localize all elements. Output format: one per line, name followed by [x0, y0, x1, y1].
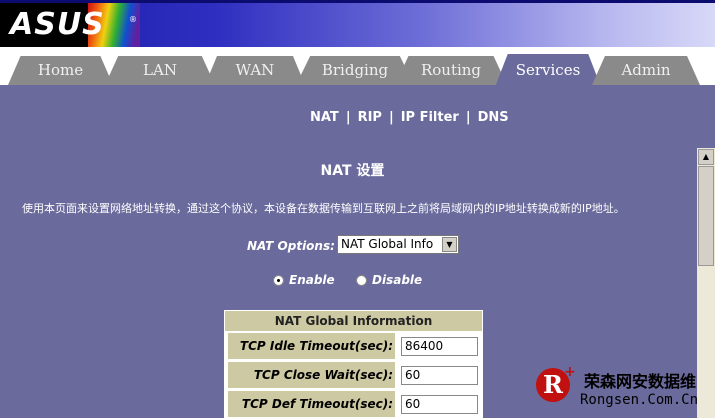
- services-subnav: NAT | RIP | IP Filter | DNS: [310, 110, 509, 125]
- enable-radio-option[interactable]: Enable: [273, 273, 335, 287]
- tcp-close-wait-label: TCP Close Wait(sec):: [228, 362, 395, 388]
- subnav-separator: |: [465, 110, 471, 125]
- subnav-nat[interactable]: NAT: [310, 110, 339, 125]
- table-header: NAT Global Information: [225, 311, 482, 331]
- tab-routing[interactable]: Routing: [395, 56, 507, 85]
- tab-wan[interactable]: WAN: [205, 56, 305, 85]
- tab-admin[interactable]: Admin: [592, 56, 700, 85]
- enable-radio-button[interactable]: [273, 275, 284, 286]
- subnav-ip-filter[interactable]: IP Filter: [401, 110, 459, 125]
- tab-lan[interactable]: LAN: [105, 56, 215, 85]
- logo-registered-mark: ®: [129, 15, 137, 24]
- scroll-up-icon[interactable]: ▲: [698, 149, 714, 165]
- nat-options-selected-value: NAT Global Info: [341, 237, 434, 251]
- watermark-plus-icon: +: [564, 364, 576, 380]
- subnav-separator: |: [388, 110, 394, 125]
- tcp-idle-timeout-label: TCP Idle Timeout(sec):: [228, 333, 395, 359]
- tcp-idle-timeout-input[interactable]: 86400: [401, 337, 478, 356]
- tab-services[interactable]: Services: [495, 54, 601, 87]
- tab-bar-baseline: [0, 85, 715, 87]
- watermark: R + 荣森网安数据维 Rongsen.Com.Cn: [530, 364, 715, 418]
- asus-logo: ASUS ®: [0, 3, 140, 47]
- disable-radio-option[interactable]: Disable: [356, 273, 422, 287]
- disable-radio-button[interactable]: [356, 275, 367, 286]
- header-banner: ASUS ®: [0, 0, 715, 47]
- logo-text: ASUS: [10, 7, 105, 42]
- enable-radio-label: Enable: [289, 273, 335, 287]
- nat-options-label: NAT Options:: [247, 239, 335, 253]
- page-description: 使用本页面来设置网络地址转换，通过这个协议，本设备在数据传输到互联网上之前将局域…: [22, 202, 625, 215]
- subnav-dns[interactable]: DNS: [478, 110, 509, 125]
- table-row: TCP Def Timeout(sec): 60: [225, 390, 482, 418]
- tab-home[interactable]: Home: [8, 56, 113, 85]
- nat-global-info-table: NAT Global Information TCP Idle Timeout(…: [224, 310, 483, 418]
- table-row: TCP Idle Timeout(sec): 86400: [225, 332, 482, 360]
- watermark-chinese-text: 荣森网安数据维: [584, 372, 697, 391]
- table-row: TCP Close Wait(sec): 60: [225, 361, 482, 389]
- tcp-def-timeout-label: TCP Def Timeout(sec):: [228, 391, 395, 417]
- dropdown-arrow-icon[interactable]: ▼: [442, 237, 457, 252]
- nat-options-dropdown[interactable]: NAT Global Info ▼: [337, 235, 459, 254]
- tab-bridging[interactable]: Bridging: [296, 56, 414, 85]
- watermark-domain-text: Rongsen.Com.Cn: [580, 392, 699, 408]
- subnav-rip[interactable]: RIP: [358, 110, 382, 125]
- scrollbar-thumb[interactable]: [698, 166, 714, 266]
- tcp-close-wait-input[interactable]: 60: [401, 366, 478, 385]
- disable-radio-label: Disable: [372, 273, 423, 287]
- main-tab-bar: Home LAN WAN Bridging Routing Services A…: [0, 47, 715, 87]
- tcp-def-timeout-input[interactable]: 60: [401, 395, 478, 414]
- page-title: NAT 设置: [320, 163, 385, 179]
- subnav-separator: |: [345, 110, 351, 125]
